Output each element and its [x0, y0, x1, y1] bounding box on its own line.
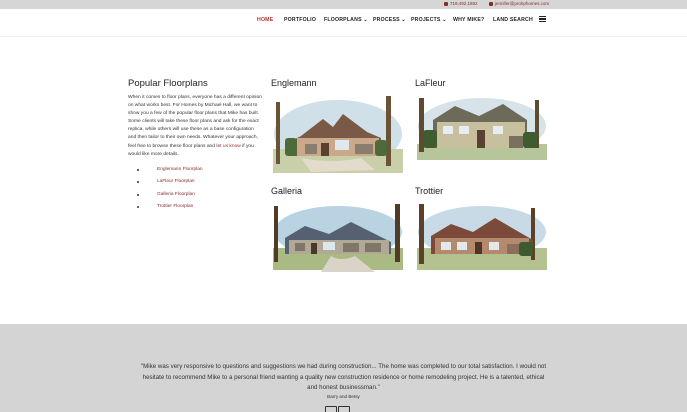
plan-card-englemann[interactable]: Englemann — [271, 78, 405, 180]
link-englemann[interactable]: Englemann Floorplan — [128, 167, 262, 180]
main-nav: HOME PORTFOLIO FLOORPLANS ⌄ PROCESS ⌄ PR… — [0, 9, 687, 37]
nav-process[interactable]: PROCESS ⌄ — [373, 17, 406, 23]
testimonial-section: "Mike was very responsive to questions a… — [0, 324, 687, 412]
house-rendering-galleria[interactable] — [271, 202, 405, 274]
email-address[interactable]: jennifer@prohphomes.com — [495, 1, 549, 6]
menu-icon[interactable] — [539, 16, 546, 22]
plan-title: Trottier — [415, 186, 444, 196]
envelope-icon — [489, 1, 493, 6]
link-trottier[interactable]: Trottier Floorplan — [128, 204, 262, 217]
intro-section: Popular Floorplans When it comes to floo… — [128, 78, 262, 217]
nav-projects[interactable]: PROJECTS ⌄ — [411, 17, 447, 23]
house-rendering-lafleur[interactable] — [415, 94, 549, 164]
next-testimonial-button[interactable] — [338, 406, 350, 412]
plan-card-lafleur[interactable]: LaFleur — [415, 78, 549, 164]
plan-title: Galleria — [271, 186, 303, 196]
testimonial-author: Barry and Betsy — [327, 394, 360, 399]
nav-why-mike[interactable]: WHY MIKE? — [453, 17, 484, 23]
contact-link[interactable]: let us know — [216, 144, 240, 149]
plan-card-galleria[interactable]: Galleria — [271, 186, 405, 274]
testimonial-quote: "Mike was very responsive to questions a… — [140, 363, 547, 391]
email-contact[interactable]: jennifer@prohphomes.com — [489, 1, 549, 6]
plan-card-trottier[interactable]: Trottier — [415, 186, 549, 274]
nav-home[interactable]: HOME — [257, 17, 273, 23]
intro-paragraph: When it comes to floor plans, everyone h… — [128, 94, 262, 159]
top-contact-bar: 719.492.1892 jennifer@prohphomes.com — [0, 0, 687, 9]
house-rendering-trottier[interactable] — [415, 202, 549, 274]
nav-floorplans[interactable]: FLOORPLANS ⌄ — [324, 17, 368, 23]
prev-testimonial-button[interactable] — [325, 406, 337, 412]
page-title: Popular Floorplans — [128, 78, 208, 89]
nav-land-search[interactable]: LAND SEARCH — [493, 17, 533, 23]
house-rendering-englemann[interactable] — [271, 94, 405, 180]
phone-contact[interactable]: 719.492.1892 — [444, 1, 478, 6]
link-lafleur[interactable]: LaFleur Floorplan — [128, 179, 262, 192]
phone-icon — [444, 1, 448, 6]
phone-number[interactable]: 719.492.1892 — [450, 1, 478, 6]
nav-portfolio[interactable]: PORTFOLIO — [284, 17, 316, 23]
intro-text-1: When it comes to floor plans, everyone h… — [128, 95, 262, 149]
plan-title: LaFleur — [415, 78, 446, 88]
plan-title: Englemann — [271, 78, 317, 88]
floorplan-links: Englemann Floorplan LaFleur Floorplan Ga… — [128, 167, 262, 217]
link-galleria[interactable]: Galleria Floorplan — [128, 192, 262, 205]
